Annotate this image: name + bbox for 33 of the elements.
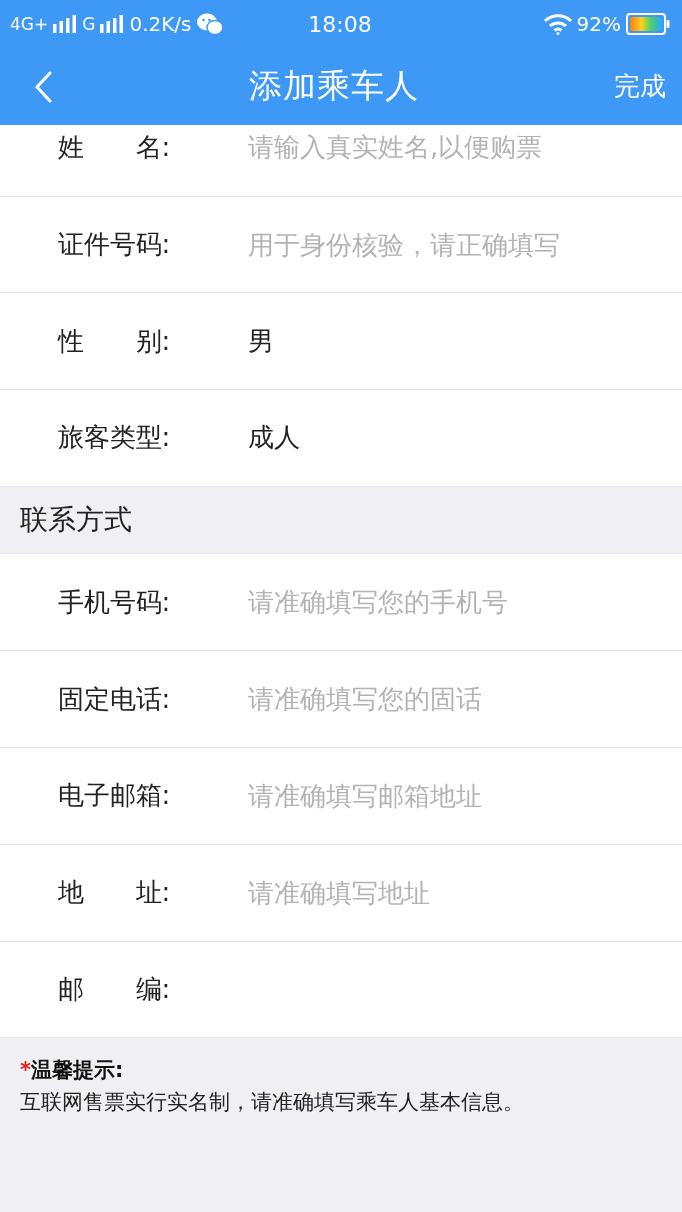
field-label: 证件号码: xyxy=(57,228,171,262)
network-label: G xyxy=(82,14,96,34)
battery-percent: 92% xyxy=(576,12,621,36)
input-field[interactable]: 用于身份核验，请正确填写 xyxy=(248,222,662,267)
input-field[interactable]: 请输入真实姓名,以便购票 xyxy=(248,125,662,170)
battery-icon xyxy=(626,13,670,35)
back-icon xyxy=(34,70,52,103)
input-field[interactable]: 成人 xyxy=(248,415,662,460)
field-label: 姓 名: xyxy=(57,130,171,164)
section-title: 联系方式 xyxy=(20,501,132,538)
input-field[interactable]: 男 xyxy=(248,319,662,364)
signal-icon xyxy=(53,15,78,33)
field-label: 电子邮箱: xyxy=(57,779,171,813)
network-speed: 0.2K/s xyxy=(129,12,192,36)
input-field[interactable]: 请准确填写您的固话 xyxy=(248,677,662,722)
field-label: 手机号码: xyxy=(57,585,171,619)
field-label: 旅客类型: xyxy=(57,421,171,455)
field-label: 性 别: xyxy=(57,324,171,358)
network-label: 4G+ xyxy=(10,14,49,34)
input-field[interactable]: 请准确填写地址 xyxy=(248,870,662,915)
wifi-icon xyxy=(543,13,572,35)
chat-bubbles-icon xyxy=(196,13,223,35)
notice-title: 温馨提示: xyxy=(31,1057,124,1085)
input-field[interactable]: 请准确填写您的手机号 xyxy=(248,580,662,625)
field-label: 地 址: xyxy=(57,876,171,910)
signal-icon xyxy=(100,15,125,33)
notice-text: 互联网售票实行实名制，请准确填写乘车人基本信息。 xyxy=(20,1089,525,1117)
input-field[interactable]: 请准确填写邮箱地址 xyxy=(248,773,662,818)
field-label: 固定电话: xyxy=(57,682,171,716)
required-mark: * xyxy=(20,1058,31,1083)
field-label: 邮 编: xyxy=(57,972,171,1006)
page-title: 添加乘车人 xyxy=(249,65,419,107)
clock-time: 18:08 xyxy=(307,11,373,37)
